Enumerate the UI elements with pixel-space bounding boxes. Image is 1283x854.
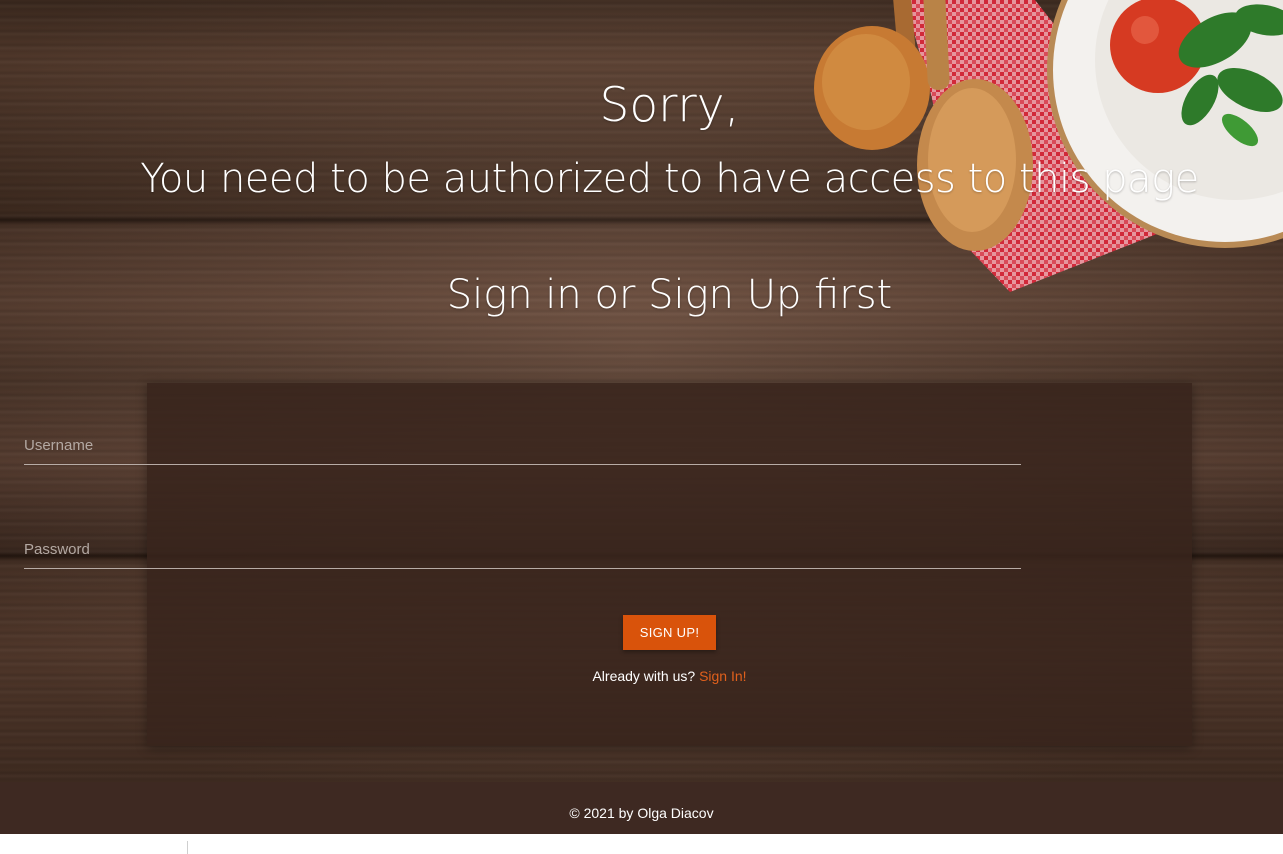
password-input[interactable] xyxy=(24,532,1021,566)
signin-link[interactable]: Sign In! xyxy=(699,668,746,684)
page: Sorry, You need to be authorized to have… xyxy=(0,0,1283,854)
authorization-message: You need to be authorized to have access… xyxy=(140,156,1199,202)
signup-button[interactable]: SIGN UP! xyxy=(623,615,716,650)
footer: © 2021 by Olga Diacov xyxy=(0,782,1283,834)
password-field xyxy=(24,532,1021,569)
divider xyxy=(187,841,188,854)
sorry-heading: Sorry, xyxy=(599,78,740,133)
sign-in-prompt: Sign in or Sign Up first xyxy=(446,272,893,318)
bottom-strip xyxy=(0,834,1283,854)
copyright-text: © 2021 by Olga Diacov xyxy=(569,805,714,821)
already-member-text: Already with us? xyxy=(592,668,696,684)
username-field xyxy=(24,428,1021,465)
username-input[interactable] xyxy=(24,428,1021,462)
already-member-line: Already with us? Sign In! xyxy=(0,668,1283,684)
